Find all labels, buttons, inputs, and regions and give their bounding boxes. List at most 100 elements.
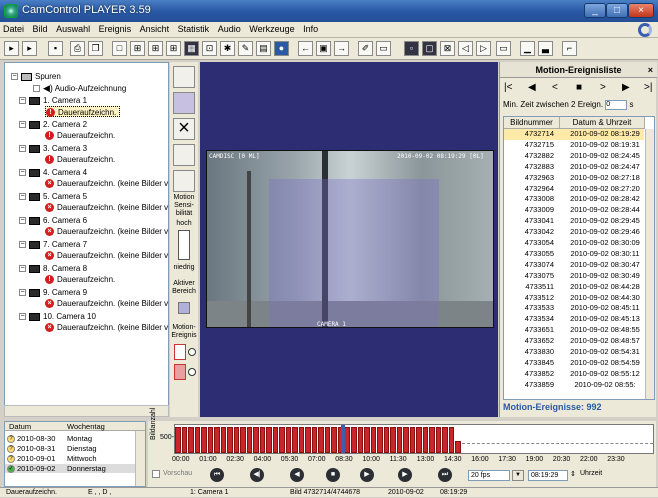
tree-rec-camera-10[interactable]: × Daueraufzeichn. (keine Bilder verf — [45, 322, 168, 333]
next-event-icon[interactable]: ▶ — [622, 82, 630, 93]
event-row[interactable]: 4732882 2010-09-02 08:24:45 — [504, 151, 644, 162]
minimize-button[interactable]: _ — [584, 3, 606, 18]
next-frame-icon[interactable]: ▷ — [476, 41, 491, 56]
col-header-wochentag[interactable]: Wochentag — [67, 422, 105, 431]
back-event-icon[interactable]: < — [552, 82, 558, 93]
layout-1-icon[interactable]: □ — [112, 41, 127, 56]
tree-root[interactable]: − Spuren — [11, 71, 61, 82]
export-icon[interactable]: ▭ — [496, 41, 511, 56]
rewind-icon[interactable]: ◀ — [290, 468, 304, 482]
collapse-icon[interactable]: − — [19, 313, 26, 321]
event-row[interactable]: 4733652 2010-09-02 08:48:57 — [504, 336, 644, 347]
date-row[interactable]: ? 2010-08-31 Dienstag — [5, 444, 135, 454]
tree-rec-camera-9[interactable]: × Daueraufzeichn. (keine Bilder verf — [45, 298, 168, 309]
camera-frame[interactable]: CAMDISC [0 ML] 2010-09-02 08:19:29 [0L] … — [206, 150, 494, 328]
open-recent-icon[interactable]: ▸ — [22, 41, 37, 56]
tree-item-camera-7[interactable]: − 7. Camera 7 — [19, 239, 87, 250]
event-row[interactable]: 4733041 2010-09-02 08:29:45 — [504, 216, 644, 227]
layout-4-icon[interactable]: ⊞ — [130, 41, 145, 56]
tree-rec-camera-4[interactable]: × Daueraufzeichn. (keine Bilder verf — [45, 178, 168, 189]
tree-rec-camera-2[interactable]: ! Daueraufzeichn. — [45, 130, 115, 141]
audio-checkbox[interactable] — [33, 85, 40, 93]
sensitivity-slider[interactable] — [178, 230, 190, 260]
stop-icon[interactable]: ■ — [326, 468, 340, 482]
tree-item-camera-2[interactable]: − 2. Camera 2 — [19, 119, 87, 130]
edit-icon[interactable]: ✐ — [358, 41, 373, 56]
menu-ereignis[interactable]: Ereignis — [96, 22, 135, 36]
tree-item-camera-5[interactable]: − 5. Camera 5 — [19, 191, 87, 202]
collapse-icon[interactable]: − — [19, 217, 26, 225]
globe-icon[interactable]: ● — [274, 41, 289, 56]
event-row[interactable]: 4733852 2010-09-02 08:55:12 — [504, 369, 644, 380]
event-row[interactable]: 4733074 2010-09-02 08:30:47 — [504, 260, 644, 271]
color-area-icon[interactable] — [173, 92, 195, 114]
time-spinner[interactable]: ⇕ — [570, 470, 576, 478]
date-list-scrollbar[interactable] — [135, 431, 145, 486]
collapse-icon[interactable]: − — [19, 193, 26, 201]
event-row[interactable]: 4733651 2010-09-02 08:48:55 — [504, 325, 644, 336]
event-row[interactable]: 4733533 2010-09-02 08:45:11 — [504, 303, 644, 314]
menu-werkzeuge[interactable]: Werkzeuge — [246, 22, 297, 36]
tree-item-camera-10[interactable]: − 10. Camera 10 — [19, 311, 96, 322]
tree-item-camera-8[interactable]: − 8. Camera 8 — [19, 263, 87, 274]
filter-icon[interactable]: ✎ — [238, 41, 253, 56]
motion-icon[interactable]: ✱ — [220, 41, 235, 56]
event-row[interactable]: 4733054 2010-09-02 08:30:09 — [504, 238, 644, 249]
draw-area-icon[interactable] — [173, 144, 195, 166]
event-row[interactable]: 4732964 2010-09-02 08:27:20 — [504, 184, 644, 195]
skip-start-icon[interactable]: ⏮ — [210, 468, 224, 482]
maximize-button[interactable]: □ — [606, 3, 628, 18]
menu-auswahl[interactable]: Auswahl — [53, 22, 93, 36]
menu-statistik[interactable]: Statistik — [175, 22, 213, 36]
event-row[interactable]: 4732963 2010-09-02 08:27:18 — [504, 173, 644, 184]
tree-horizontal-scrollbar[interactable] — [4, 405, 169, 417]
tree-item-camera-9[interactable]: − 9. Camera 9 — [19, 287, 87, 298]
layout-16-icon[interactable]: ⊞ — [166, 41, 181, 56]
close-button[interactable]: × — [628, 3, 654, 18]
menu-datei[interactable]: Datei — [0, 22, 27, 36]
film-icon[interactable]: ▤ — [256, 41, 271, 56]
stop-event-icon[interactable]: ■ — [576, 82, 582, 93]
tree-rec-camera-5[interactable]: × Daueraufzeichn. (keine Bilder verf — [45, 202, 168, 213]
event-list-scrollbar[interactable] — [645, 129, 654, 399]
view-icon[interactable]: ▭ — [376, 41, 391, 56]
chart-icon[interactable]: ▃ — [538, 41, 553, 56]
event-radio-2[interactable] — [188, 368, 196, 376]
event-row[interactable]: 4732714 2010-09-02 08:19:29 — [504, 129, 644, 140]
event-row[interactable]: 4733830 2010-09-02 08:54:31 — [504, 347, 644, 358]
collapse-icon[interactable]: − — [19, 241, 26, 249]
step-back-icon[interactable]: ◀| — [250, 468, 264, 482]
open-folder-icon[interactable]: ▸ — [4, 41, 19, 56]
first-event-icon[interactable]: |< — [504, 82, 512, 93]
menu-bild[interactable]: Bild — [30, 22, 51, 36]
last-event-icon[interactable]: >| — [644, 82, 652, 93]
event-swatch-red[interactable] — [174, 364, 186, 380]
tree-item-camera-3[interactable]: − 3. Camera 3 — [19, 143, 87, 154]
chevron-down-icon[interactable]: ▼ — [512, 470, 524, 481]
date-row[interactable]: ? 2010-09-01 Mittwoch — [5, 454, 135, 464]
event-row[interactable]: 4733009 2010-09-02 08:28:44 — [504, 205, 644, 216]
event-row[interactable]: 4733511 2010-09-02 08:44:28 — [504, 282, 644, 293]
event-row[interactable]: 4733845 2010-09-02 08:54:59 — [504, 358, 644, 369]
select-area-icon[interactable] — [173, 170, 195, 192]
collapse-icon[interactable]: − — [19, 121, 26, 129]
collapse-icon[interactable]: − — [19, 265, 26, 273]
clear-area-icon[interactable]: × — [173, 118, 195, 140]
menu-ansicht[interactable]: Ansicht — [137, 22, 173, 36]
close-panel-icon[interactable]: × — [648, 62, 653, 78]
zoom-out-icon[interactable]: ▫ — [404, 41, 419, 56]
collapse-icon[interactable]: − — [11, 73, 18, 81]
copy-icon[interactable]: ❐ — [88, 41, 103, 56]
play-icon[interactable]: ▶ — [360, 468, 374, 482]
layout-9-icon[interactable]: ⊞ — [148, 41, 163, 56]
menu-audio[interactable]: Audio — [215, 22, 244, 36]
date-row-selected[interactable]: ✓ 2010-09-02 Donnerstag — [5, 464, 135, 474]
tree-rec-camera-7[interactable]: × Daueraufzeichn. (keine Bilder verf — [45, 250, 168, 261]
timeline-chart[interactable] — [174, 424, 654, 454]
col-header-date[interactable]: Datum & Uhrzeit — [560, 117, 645, 129]
print-icon[interactable]: ⎙ — [70, 41, 85, 56]
collapse-icon[interactable]: − — [19, 145, 26, 153]
collapse-icon[interactable]: − — [19, 169, 26, 177]
date-row[interactable]: ? 2010-08-30 Montag — [5, 434, 135, 444]
grid-view-icon[interactable] — [173, 66, 195, 88]
